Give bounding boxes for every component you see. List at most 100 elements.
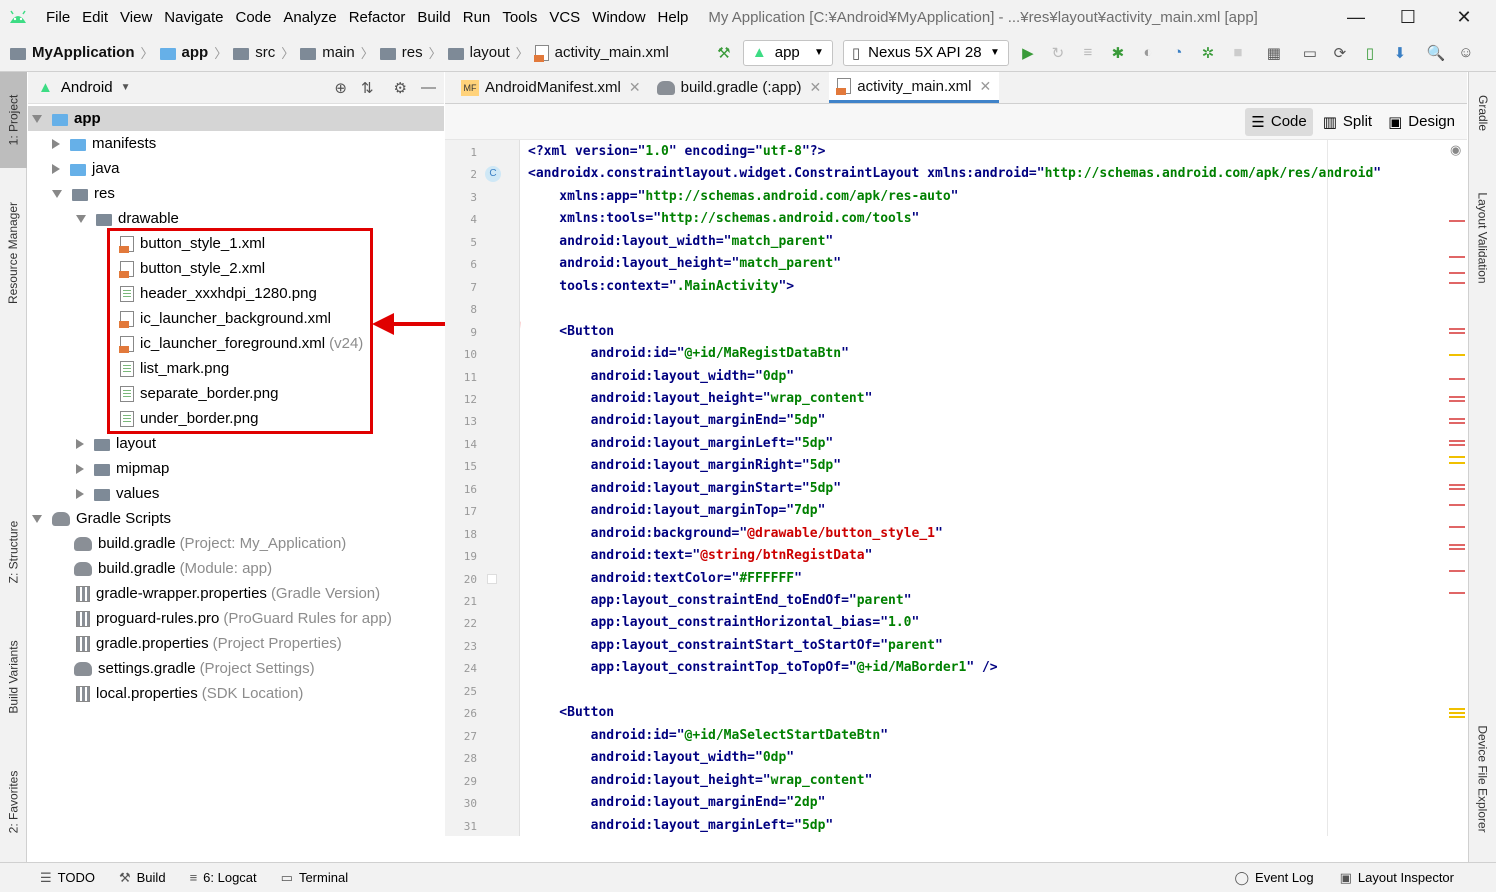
code-editor[interactable]: <?xml version="1.0" encoding="utf-8"?> <a… xyxy=(521,140,1467,836)
code-line[interactable]: android:layout_height="wrap_content" xyxy=(528,391,873,406)
tree-item-java[interactable]: java xyxy=(28,156,444,181)
error-stripe-mark[interactable] xyxy=(1449,716,1465,718)
tree-item-manifests[interactable]: manifests xyxy=(28,131,444,156)
layout-inspector-tab[interactable]: ▣ Layout Inspector xyxy=(1340,870,1454,886)
error-stripe-mark[interactable] xyxy=(1449,354,1465,356)
close-button[interactable]: ✕ xyxy=(1436,0,1492,34)
tab-activity-main[interactable]: activity_main.xml ✕ xyxy=(829,72,1000,103)
code-line[interactable]: android:layout_marginEnd="2dp" xyxy=(528,795,826,810)
gear-icon[interactable]: ⚙ xyxy=(394,79,407,97)
tree-file-proguard[interactable]: proguard-rules.pro (ProGuard Rules for ap… xyxy=(28,606,444,631)
tab-build-gradle[interactable]: build.gradle (:app) ✕ xyxy=(649,72,830,103)
error-stripe-mark[interactable] xyxy=(1449,328,1465,330)
code-line[interactable]: android:text="@string/btnRegistData" xyxy=(528,548,873,563)
project-structure-icon[interactable]: ▦ xyxy=(1265,44,1283,62)
hammer-icon[interactable]: ⚒ xyxy=(715,44,733,62)
code-line[interactable]: tools:context=".MainActivity"> xyxy=(528,279,794,294)
sync-icon[interactable]: ⟳ xyxy=(1331,44,1349,62)
code-line[interactable]: <Button xyxy=(528,705,614,720)
tool-resource-manager-tab[interactable]: Resource Manager xyxy=(0,178,27,328)
project-view-select[interactable]: Android xyxy=(61,79,113,96)
search-icon[interactable]: 🔍 xyxy=(1427,44,1446,62)
menu-help[interactable]: Help xyxy=(652,9,695,26)
tab-android-manifest[interactable]: MF AndroidManifest.xml ✕ xyxy=(453,72,649,103)
error-stripe-mark[interactable] xyxy=(1449,708,1465,710)
hide-icon[interactable]: — xyxy=(421,79,436,96)
menu-vcs[interactable]: VCS xyxy=(543,9,586,26)
error-stripe-mark[interactable] xyxy=(1449,220,1465,222)
error-stripe-mark[interactable] xyxy=(1449,378,1465,380)
tree-file-gradle-wrapper[interactable]: gradle-wrapper.properties (Gradle Version… xyxy=(28,581,444,606)
breadcrumb-app[interactable]: app xyxy=(182,44,209,61)
tree-item-mipmap[interactable]: mipmap xyxy=(28,456,444,481)
tree-file-gradle-properties[interactable]: gradle.properties (Project Properties) xyxy=(28,631,444,656)
error-stripe-mark[interactable] xyxy=(1449,544,1465,546)
event-log-tab[interactable]: ◯ Event Log xyxy=(1234,870,1313,886)
device-select[interactable]: ▯ Nexus 5X API 28 ▼ xyxy=(842,39,1009,66)
code-line[interactable]: android:layout_marginLeft="5dp" xyxy=(528,436,834,451)
menu-navigate[interactable]: Navigate xyxy=(158,9,229,26)
breadcrumb-file[interactable]: activity_main.xml xyxy=(555,44,669,61)
tree-item-gradle-scripts[interactable]: Gradle Scripts xyxy=(28,506,444,531)
menu-window[interactable]: Window xyxy=(586,9,651,26)
code-line[interactable]: <?xml version="1.0" encoding="utf-8"?> xyxy=(528,144,825,159)
tree-file-settings-gradle[interactable]: settings.gradle (Project Settings) xyxy=(28,656,444,681)
run-config-select[interactable]: ▲ app ▼ xyxy=(742,39,833,66)
error-stripe-mark[interactable] xyxy=(1449,440,1465,442)
design-view-button[interactable]: ▣ Design xyxy=(1382,108,1461,136)
menu-build[interactable]: Build xyxy=(411,9,456,26)
code-line[interactable]: android:layout_marginEnd="5dp" xyxy=(528,413,826,428)
breadcrumb-main[interactable]: main xyxy=(322,44,355,61)
debug-icon[interactable]: ✱ xyxy=(1109,44,1127,62)
minimize-button[interactable]: — xyxy=(1328,0,1384,34)
error-stripe-mark[interactable] xyxy=(1449,418,1465,420)
code-line[interactable]: app:layout_constraintEnd_toEndOf="parent… xyxy=(528,593,912,608)
code-line[interactable]: android:background="@drawable/button_sty… xyxy=(528,526,943,541)
menu-refactor[interactable]: Refactor xyxy=(343,9,412,26)
logcat-tab[interactable]: ≡ 6: Logcat xyxy=(190,870,257,885)
error-stripe-mark[interactable] xyxy=(1449,548,1465,550)
error-stripe-mark[interactable] xyxy=(1449,282,1465,284)
menu-view[interactable]: View xyxy=(114,9,158,26)
error-stripe-mark[interactable] xyxy=(1449,422,1465,424)
error-stripe-mark[interactable] xyxy=(1449,396,1465,398)
attach-debugger-icon[interactable]: ✲ xyxy=(1199,44,1217,62)
tree-file-build-gradle-project[interactable]: build.gradle (Project: My_Application) xyxy=(28,531,444,556)
code-line[interactable]: app:layout_constraintStart_toStartOf="pa… xyxy=(528,638,943,653)
menu-analyze[interactable]: Analyze xyxy=(277,9,342,26)
coverage-icon[interactable]: ◐ xyxy=(1139,44,1157,62)
code-view-button[interactable]: ☰ Code xyxy=(1245,107,1313,136)
code-line[interactable]: android:layout_marginRight="5dp" xyxy=(528,458,841,473)
code-line[interactable]: app:layout_constraintHorizontal_bias="1.… xyxy=(528,615,920,630)
tool-device-file-explorer-tab[interactable]: Device File Explorer xyxy=(1469,704,1496,854)
profile-icon[interactable]: ◔ xyxy=(1169,44,1187,62)
error-stripe-mark[interactable] xyxy=(1449,256,1465,258)
tool-gradle-tab[interactable]: Gradle xyxy=(1469,78,1496,148)
code-line[interactable]: android:layout_marginLeft="5dp" xyxy=(528,818,834,833)
tool-favorites-tab[interactable]: 2: Favorites xyxy=(0,752,27,852)
error-stripe-mark[interactable] xyxy=(1449,272,1465,274)
menu-file[interactable]: File xyxy=(40,9,76,26)
breadcrumb-project[interactable]: MyApplication xyxy=(32,44,135,61)
avd-manager-icon[interactable]: ▯ xyxy=(1361,44,1379,62)
tree-file-build-gradle-module[interactable]: build.gradle (Module: app) xyxy=(28,556,444,581)
code-line[interactable]: android:layout_width="0dp" xyxy=(528,750,795,765)
eye-icon[interactable]: ◉ xyxy=(1450,142,1461,158)
code-line[interactable]: <Button xyxy=(528,324,614,339)
tree-item-res[interactable]: res xyxy=(28,181,444,206)
apply-changes-icon[interactable]: ↻ xyxy=(1049,44,1067,62)
error-stripe-mark[interactable] xyxy=(1449,400,1465,402)
error-stripe-mark[interactable] xyxy=(1449,504,1465,506)
error-stripe-mark[interactable] xyxy=(1449,526,1465,528)
menu-edit[interactable]: Edit xyxy=(76,9,114,26)
apply-code-changes-icon[interactable]: ≡ xyxy=(1079,44,1097,62)
tree-item-app[interactable]: app xyxy=(28,106,444,131)
sdk-manager-icon[interactable]: ⬇ xyxy=(1391,44,1409,62)
code-line[interactable]: android:id="@+id/MaSelectStartDateBtn" xyxy=(528,728,888,743)
code-line[interactable]: android:layout_marginStart="5dp" xyxy=(528,481,841,496)
code-line[interactable]: xmlns:app="http://schemas.android.com/ap… xyxy=(528,189,958,204)
error-stripe-mark[interactable] xyxy=(1449,592,1465,594)
tree-file-local-properties[interactable]: local.properties (SDK Location) xyxy=(28,681,444,706)
error-stripe-mark[interactable] xyxy=(1449,484,1465,486)
menu-run[interactable]: Run xyxy=(457,9,497,26)
